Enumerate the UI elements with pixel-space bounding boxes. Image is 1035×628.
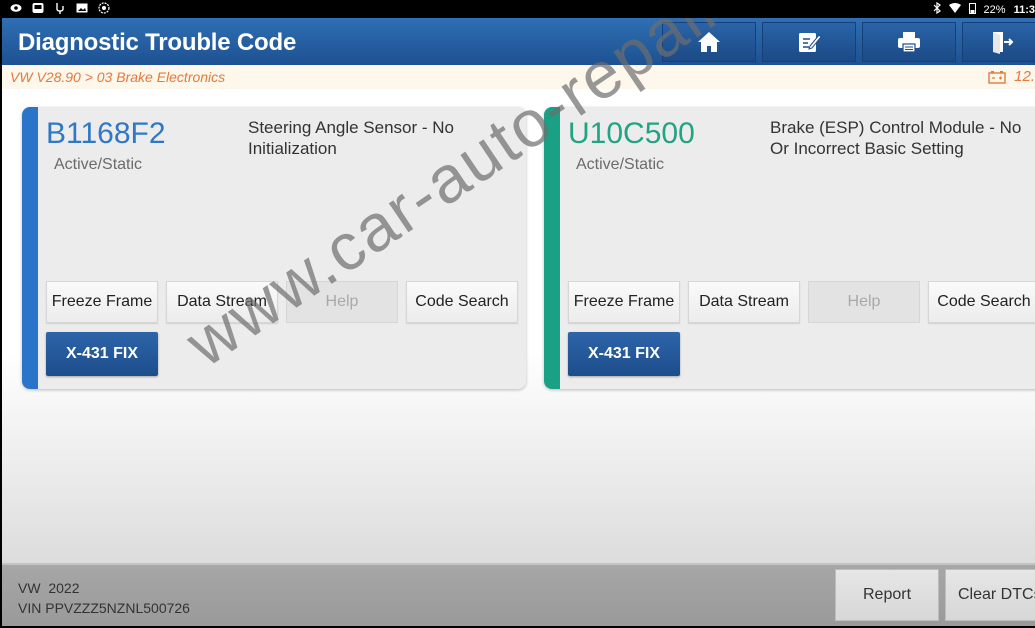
- home-icon: [698, 32, 720, 52]
- dtc-card: B1168F2 Active/Static Steering Angle Sen…: [22, 107, 526, 389]
- wifi-icon: [948, 3, 961, 16]
- usb-icon: [54, 2, 66, 14]
- footer-bar: VW 2022 VIN PPVZZZ5NZNL500726 Report Cle…: [2, 563, 1035, 626]
- printer-icon: [898, 32, 920, 53]
- battery-percent: 22%: [983, 3, 1006, 16]
- breadcrumb: VW V28.90 > 03 Brake Electronics: [10, 69, 226, 85]
- battery-status-icon: [968, 2, 976, 17]
- freeze-frame-button[interactable]: Freeze Frame: [568, 281, 680, 323]
- help-button[interactable]: Help: [286, 281, 398, 323]
- data-stream-button[interactable]: Data Stream: [688, 281, 800, 323]
- print-button[interactable]: [862, 22, 956, 62]
- exit-button[interactable]: [962, 22, 1035, 62]
- dtc-description: Brake (ESP) Control Module - No Or Incor…: [770, 118, 1022, 158]
- dtc-accent-stripe: [22, 107, 38, 389]
- screen-icon: [32, 2, 44, 14]
- edit-icon: [799, 33, 822, 52]
- car-battery-icon: [988, 70, 1006, 84]
- dtc-accent-stripe: [544, 107, 560, 389]
- code-search-button[interactable]: Code Search: [928, 281, 1035, 323]
- eye-icon: [10, 2, 22, 14]
- page-title: Diagnostic Trouble Code: [18, 29, 297, 56]
- report-button[interactable]: Report: [835, 569, 939, 621]
- help-button[interactable]: Help: [808, 281, 920, 323]
- dtc-status: Active/Static: [576, 156, 665, 173]
- camera-icon: [98, 2, 110, 14]
- dtc-code: U10C500: [568, 117, 695, 150]
- edit-button[interactable]: [762, 22, 856, 62]
- bluetooth-icon: [933, 1, 941, 17]
- home-button[interactable]: [662, 22, 756, 62]
- x431-fix-button[interactable]: X-431 FIX: [568, 332, 680, 376]
- data-stream-button[interactable]: Data Stream: [166, 281, 278, 323]
- dtc-card: U10C500 Active/Static Brake (ESP) Contro…: [544, 107, 1035, 389]
- image-icon: [76, 2, 88, 14]
- x431-fix-button[interactable]: X-431 FIX: [46, 332, 158, 376]
- freeze-frame-button[interactable]: Freeze Frame: [46, 281, 158, 323]
- vin-number: VIN PPVZZZ5NZNL500726: [18, 600, 190, 616]
- title-bar: Diagnostic Trouble Code: [2, 18, 1035, 65]
- system-status-bar: 22% 11:3: [0, 0, 1035, 18]
- code-search-button[interactable]: Code Search: [406, 281, 518, 323]
- dtc-description: Steering Angle Sensor - No Initializatio…: [248, 118, 455, 158]
- exit-icon: [993, 32, 1014, 54]
- vehicle-voltage: 12.: [988, 68, 1035, 85]
- breadcrumb-bar: VW V28.90 > 03 Brake Electronics 12.: [2, 65, 1035, 89]
- clear-dtcs-button[interactable]: Clear DTCs: [945, 569, 1035, 621]
- voltage-value: 12.: [1014, 68, 1035, 85]
- dtc-status: Active/Static: [54, 156, 143, 173]
- app-screen: Diagnostic Trouble Code VW V28.90 > 03 B…: [2, 18, 1035, 626]
- clock: 11:3: [1013, 3, 1035, 16]
- dtc-code: B1168F2: [46, 117, 166, 150]
- vehicle-info: VW 2022: [18, 580, 80, 596]
